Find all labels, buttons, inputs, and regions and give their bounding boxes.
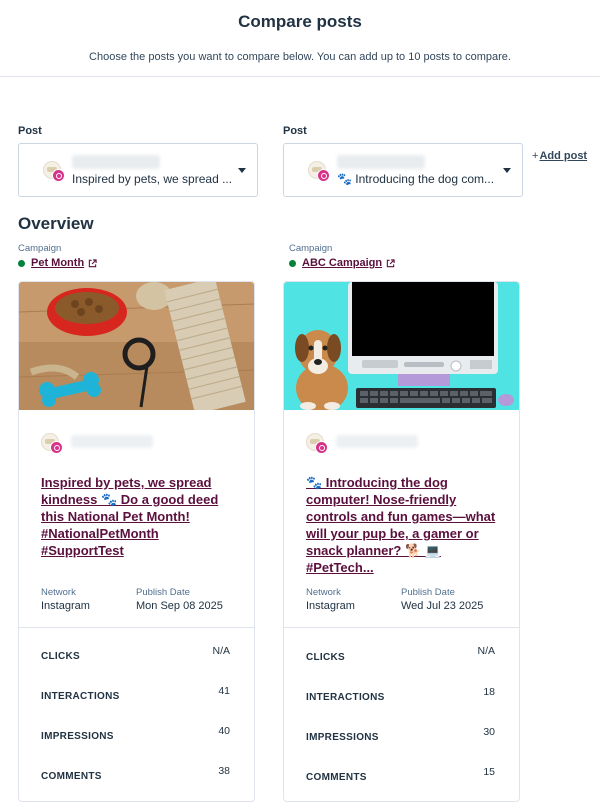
network-label: Network [41, 587, 76, 598]
external-link-icon[interactable] [88, 258, 97, 268]
metric-impressions-value: 30 [483, 726, 495, 738]
post-select-2[interactable]: 🐾 Introducing the dog com... [283, 143, 523, 197]
network-value: Instagram [306, 600, 355, 612]
metric-impressions-label: IMPRESSIONS [306, 732, 379, 743]
metric-impressions-label: IMPRESSIONS [41, 731, 114, 742]
account-name-redacted [337, 155, 425, 169]
metric-interactions-value: 41 [218, 685, 230, 697]
campaign-label: Campaign [289, 243, 333, 254]
metric-interactions-value: 18 [483, 686, 495, 698]
campaign-label: Campaign [18, 243, 62, 254]
instagram-icon [317, 169, 330, 182]
metric-impressions-value: 40 [218, 725, 230, 737]
status-dot-icon [289, 259, 296, 267]
publish-date-value: Mon Sep 08 2025 [136, 600, 223, 612]
account-name-redacted [72, 155, 160, 169]
campaign-link[interactable]: ABC Campaign [302, 257, 382, 269]
account-name-redacted [71, 435, 153, 448]
post-select-1[interactable]: Inspired by pets, we spread ... [18, 143, 258, 197]
campaign-link[interactable]: Pet Month [31, 257, 84, 269]
metric-comments-label: COMMENTS [41, 771, 102, 782]
external-link-icon[interactable] [386, 258, 395, 268]
metric-interactions-label: INTERACTIONS [41, 691, 120, 702]
account-avatar [306, 433, 330, 455]
selected-post-text: 🐾 Introducing the dog com... [337, 172, 495, 186]
post-text-link[interactable]: Inspired by pets, we spread kindness 🐾 D… [41, 474, 241, 559]
selected-post-text: Inspired by pets, we spread ... [72, 172, 233, 186]
instagram-icon [315, 441, 328, 454]
post-label: Post [18, 125, 42, 137]
post-text-link[interactable]: 🐾 Introducing the dog computer! Nose-fri… [306, 474, 506, 576]
metric-clicks-label: CLICKS [41, 651, 81, 662]
network-value: Instagram [41, 600, 90, 612]
card-divider [19, 627, 254, 628]
account-avatar [308, 161, 332, 183]
page-subtitle: Choose the posts you want to compare bel… [89, 51, 511, 63]
metric-comments-value: 15 [483, 766, 495, 778]
overview-heading: Overview [18, 214, 94, 233]
chevron-down-icon [238, 168, 246, 173]
campaign-row: ABC Campaign [289, 257, 395, 269]
campaign-row: Pet Month [18, 257, 97, 269]
page-header: Compare posts Choose the posts you want … [0, 0, 600, 77]
publish-date-value: Wed Jul 23 2025 [401, 600, 484, 612]
account-name-redacted [336, 435, 418, 448]
metric-clicks-value: N/A [477, 645, 495, 657]
metric-clicks-value: N/A [212, 645, 230, 657]
instagram-icon [50, 441, 63, 454]
post-label: Post [283, 125, 307, 137]
metric-comments-value: 38 [218, 765, 230, 777]
status-dot-icon [18, 259, 25, 267]
post-card-2: 🐾 Introducing the dog computer! Nose-fri… [283, 281, 520, 802]
account-avatar [43, 161, 67, 183]
metric-comments-label: COMMENTS [306, 772, 367, 783]
account-avatar [41, 433, 65, 455]
card-divider [284, 627, 519, 628]
plus-icon: + [532, 150, 539, 162]
publish-date-label: Publish Date [401, 587, 455, 598]
add-post-button[interactable]: +Add post [532, 150, 587, 162]
post-image-dog-computer [284, 282, 519, 410]
metric-interactions-label: INTERACTIONS [306, 692, 385, 703]
network-label: Network [306, 587, 341, 598]
metric-clicks-label: CLICKS [306, 652, 346, 663]
page-title: Compare posts [238, 12, 362, 31]
post-card-1: Inspired by pets, we spread kindness 🐾 D… [18, 281, 255, 802]
instagram-icon [52, 169, 65, 182]
chevron-down-icon [503, 168, 511, 173]
publish-date-label: Publish Date [136, 587, 190, 598]
post-image-pet-supplies [19, 282, 254, 410]
add-post-label: Add post [539, 150, 588, 162]
